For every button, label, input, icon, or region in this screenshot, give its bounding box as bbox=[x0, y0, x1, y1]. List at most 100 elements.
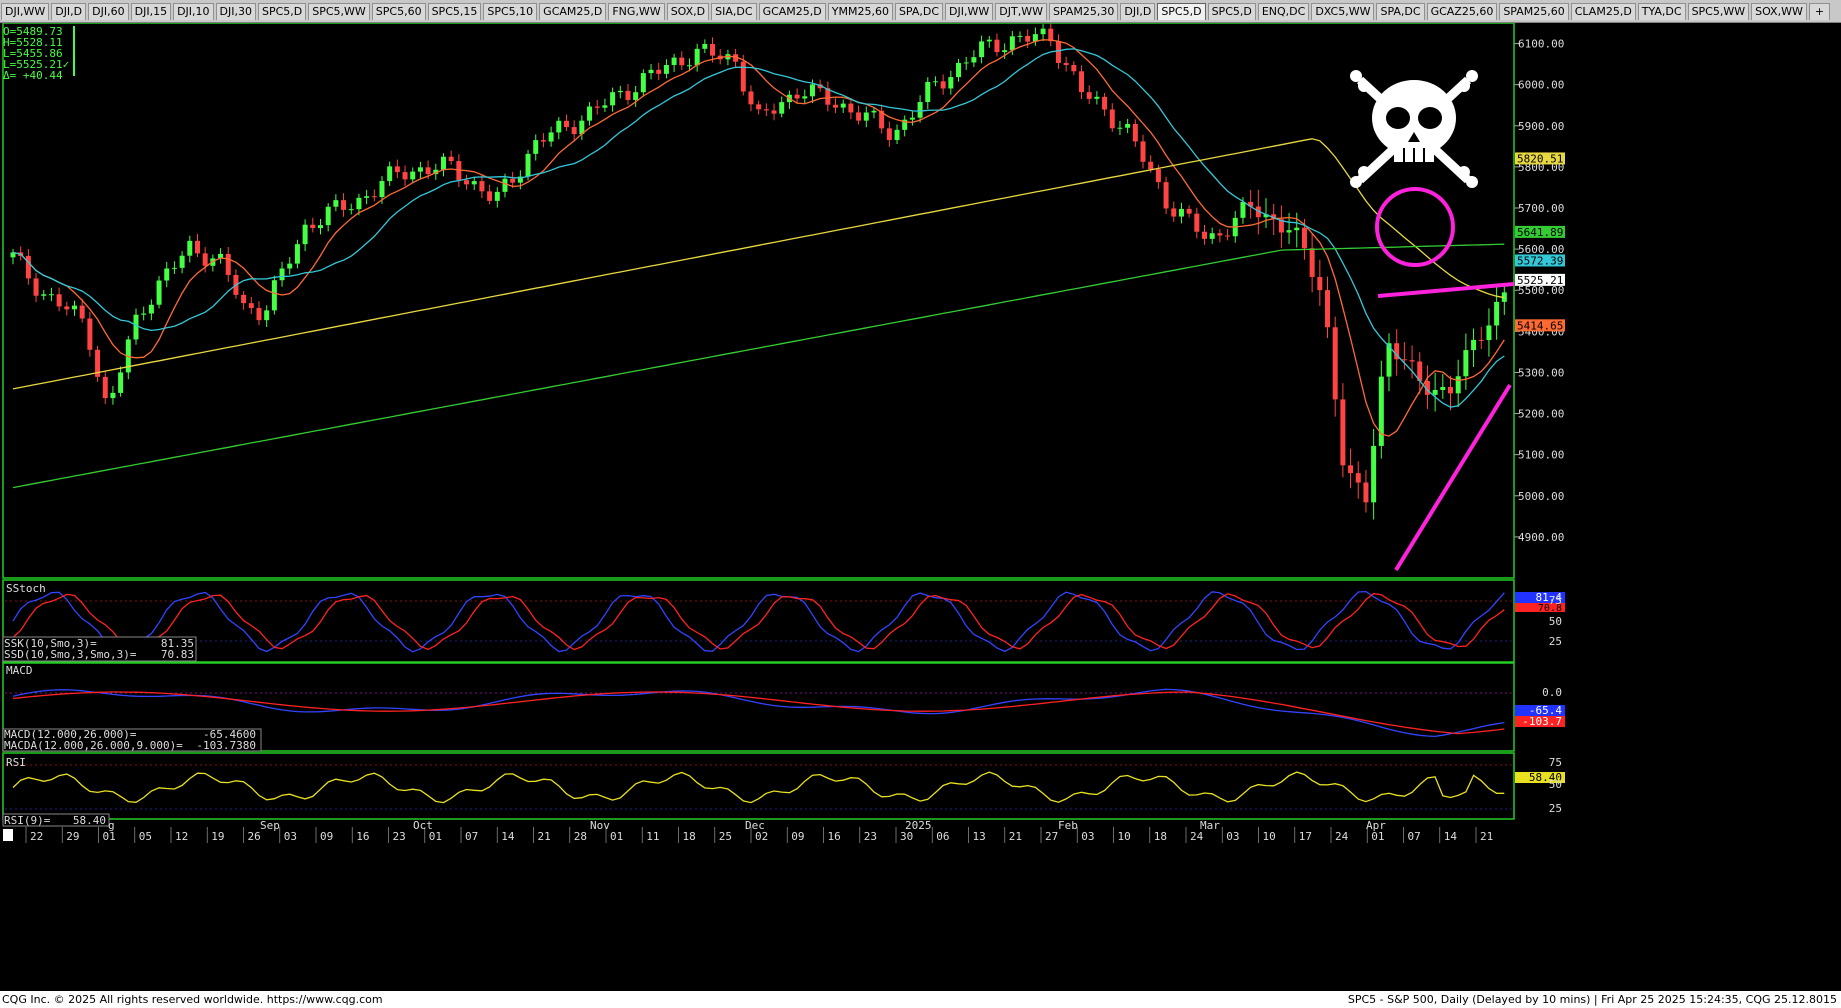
candle-body bbox=[294, 244, 300, 264]
date-axis-label: 25 bbox=[719, 830, 732, 843]
candle-body bbox=[494, 191, 500, 201]
symbol-tab[interactable]: DXC5,WW bbox=[1311, 3, 1375, 20]
candle-body bbox=[25, 255, 31, 279]
candle-body bbox=[802, 96, 808, 99]
candle-body bbox=[1155, 169, 1161, 183]
symbol-tab[interactable]: YMM25,60 bbox=[827, 3, 893, 20]
symbol-tab[interactable]: FNG,WW bbox=[608, 3, 665, 20]
candle-body bbox=[225, 253, 231, 275]
candle-body bbox=[1094, 96, 1100, 99]
symbol-tab[interactable]: SPC5,D bbox=[1207, 3, 1256, 20]
symbol-tab[interactable]: DJI,WW bbox=[1, 3, 50, 20]
symbol-tab[interactable]: SPA,DC bbox=[894, 3, 944, 20]
candle-body bbox=[617, 90, 623, 93]
month-label: g bbox=[108, 819, 115, 832]
month-label: Dec bbox=[745, 819, 765, 832]
symbol-tab[interactable]: GCAM25,D bbox=[539, 3, 607, 20]
rsi-pane-border bbox=[2, 752, 1515, 820]
rsi-value: 58.40 bbox=[73, 814, 106, 827]
chart-canvas[interactable]: 4900.005000.005100.005200.005300.005400.… bbox=[0, 23, 1841, 991]
candle-body bbox=[1440, 387, 1446, 390]
date-axis-label: 18 bbox=[683, 830, 696, 843]
candle-body bbox=[1002, 50, 1008, 53]
candle-body bbox=[671, 57, 677, 65]
candle-body bbox=[487, 191, 493, 201]
symbol-tab[interactable]: SPC5,D bbox=[257, 3, 307, 20]
candle-body bbox=[1494, 301, 1500, 326]
date-axis-label: 24 bbox=[1335, 830, 1349, 843]
symbol-tab[interactable]: DJI,30 bbox=[215, 3, 256, 20]
price-axis-label: 5900.00 bbox=[1518, 120, 1564, 133]
candle-body bbox=[1486, 325, 1492, 340]
date-axis-label: 01 bbox=[610, 830, 623, 843]
stoch-k-line bbox=[12, 590, 1505, 653]
symbol-tab[interactable]: DJI,D bbox=[1120, 3, 1156, 20]
date-axis-label: 21 bbox=[538, 830, 551, 843]
candle-body bbox=[1102, 96, 1108, 110]
date-axis-label: 14 bbox=[1444, 830, 1458, 843]
symbol-tab[interactable]: DJI,10 bbox=[173, 3, 214, 20]
symbol-tab[interactable]: CLAM25,D bbox=[1570, 3, 1636, 20]
symbol-tab[interactable]: SPAM25,30 bbox=[1048, 3, 1119, 20]
candle-body bbox=[894, 129, 900, 141]
symbol-tab[interactable]: DJI,D bbox=[51, 3, 87, 20]
symbol-tab[interactable]: SPC5,WW bbox=[1687, 3, 1750, 20]
candle-body bbox=[740, 61, 746, 92]
month-label: Mar bbox=[1200, 819, 1220, 832]
symbol-tab[interactable]: SPC5,WW bbox=[308, 3, 370, 20]
symbol-tab[interactable]: SPC5,60 bbox=[371, 3, 426, 20]
candle-body bbox=[940, 81, 946, 89]
symbol-tab[interactable]: SOX,WW bbox=[1751, 3, 1807, 20]
symbol-tab[interactable]: SPC5,D bbox=[1157, 3, 1206, 20]
candle-body bbox=[464, 180, 470, 185]
candle-body bbox=[986, 39, 992, 42]
candle-body bbox=[371, 196, 377, 198]
candle-body bbox=[525, 153, 531, 177]
symbol-tab[interactable]: GCAZ25,60 bbox=[1426, 3, 1498, 20]
add-tab-button[interactable]: + bbox=[1808, 3, 1831, 20]
copyright-text: CQG Inc. © 2025 All rights reserved worl… bbox=[2, 993, 383, 1006]
macd-signal-label: MACDA(12.000,26.000,9.000)= bbox=[4, 739, 183, 752]
rsi-axis-label: 25 bbox=[1549, 802, 1562, 815]
symbol-tab[interactable]: TYA,DC bbox=[1637, 3, 1686, 20]
symbol-tab[interactable]: SPAM25,60 bbox=[1499, 3, 1569, 20]
symbol-tab[interactable]: DJI,15 bbox=[130, 3, 172, 20]
candle-body bbox=[794, 94, 800, 99]
candle-body bbox=[440, 156, 446, 170]
price-axis-label: 5300.00 bbox=[1518, 366, 1564, 379]
symbol-tab[interactable]: SOX,D bbox=[666, 3, 710, 20]
candle-body bbox=[379, 181, 385, 198]
symbol-tab[interactable]: SPC5,15 bbox=[427, 3, 482, 20]
skull-icon bbox=[1350, 70, 1478, 188]
bone-end bbox=[1466, 70, 1478, 82]
stoch-axis-label: 50 bbox=[1549, 615, 1562, 628]
candle-body bbox=[948, 77, 954, 89]
candle-body bbox=[656, 69, 662, 74]
symbol-tab[interactable]: ENQ,DC bbox=[1257, 3, 1310, 20]
symbol-tab[interactable]: SIA,DC bbox=[711, 3, 757, 20]
instrument-status-text: SPC5 - S&P 500, Daily (Delayed by 10 min… bbox=[1347, 993, 1837, 1006]
symbol-tab[interactable]: DJI,60 bbox=[88, 3, 129, 20]
symbol-tab[interactable]: DJI,WW bbox=[945, 3, 994, 20]
candle-body bbox=[1117, 127, 1123, 129]
symbol-tab[interactable]: GCAM25,D bbox=[758, 3, 826, 20]
candle-body bbox=[64, 306, 70, 310]
candle-body bbox=[1194, 213, 1200, 232]
candle-body bbox=[1309, 248, 1315, 277]
symbol-tab[interactable]: SPA,DC bbox=[1376, 3, 1425, 20]
date-axis-label: 19 bbox=[211, 830, 224, 843]
candle-body bbox=[756, 104, 762, 110]
symbol-tab[interactable]: DJT,WW bbox=[995, 3, 1047, 20]
candle-body bbox=[679, 57, 685, 66]
candle-body bbox=[809, 84, 815, 97]
candle-body bbox=[133, 314, 139, 340]
symbol-tab[interactable]: SPC5,10 bbox=[483, 3, 538, 20]
date-axis-label: 28 bbox=[574, 830, 587, 843]
candle-body bbox=[833, 104, 839, 108]
candle-body bbox=[241, 294, 247, 304]
candle-body bbox=[540, 140, 546, 142]
candle-body bbox=[1140, 141, 1146, 162]
candle-body bbox=[702, 44, 708, 49]
candle-body bbox=[502, 178, 508, 192]
candle-body bbox=[164, 268, 170, 281]
